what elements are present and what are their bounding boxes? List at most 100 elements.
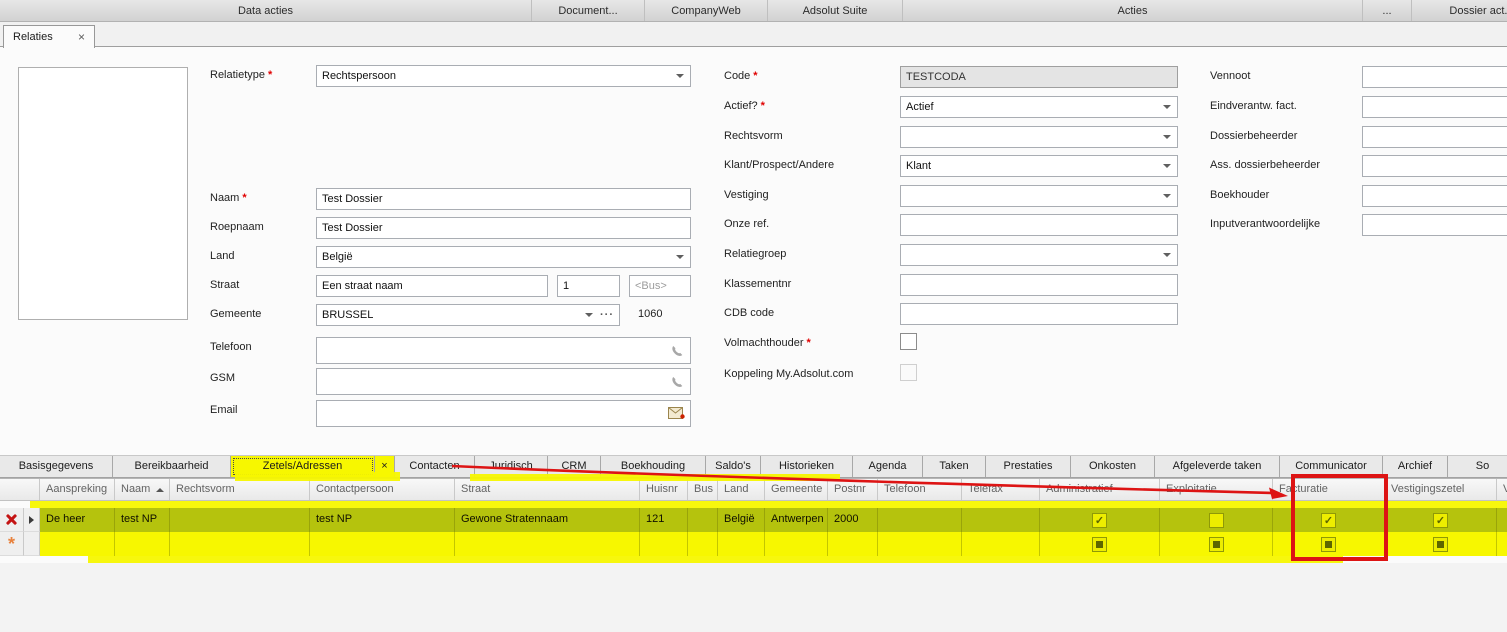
chevron-down-icon[interactable] bbox=[1163, 135, 1171, 139]
column-header-gemeente[interactable]: Gemeente bbox=[765, 479, 828, 500]
tab-prestaties[interactable]: Prestaties bbox=[986, 456, 1071, 477]
field-vennoot-input[interactable] bbox=[1362, 66, 1507, 88]
tab-bereikbaarheid[interactable]: Bereikbaarheid bbox=[113, 456, 231, 477]
toolbar-section-x[interactable]: ... bbox=[1363, 0, 1412, 21]
grid-cell-v[interactable] bbox=[1497, 532, 1507, 556]
grid-cell-aanspreking[interactable] bbox=[40, 532, 115, 556]
grid-cell-rechtsvorm[interactable] bbox=[170, 532, 310, 556]
grid-cell-contactpersoon[interactable]: test NP bbox=[310, 508, 455, 532]
column-header-telefoon[interactable]: Telefoon bbox=[878, 479, 962, 500]
field-telefoon-input[interactable] bbox=[316, 337, 691, 364]
grid-cell-vestigingszetel[interactable]: ✓ bbox=[1385, 508, 1497, 532]
grid-cell-telefax[interactable] bbox=[962, 508, 1040, 532]
grid-cell-telefax[interactable] bbox=[962, 532, 1040, 556]
field-straat-input[interactable]: Een straat naam bbox=[316, 275, 548, 297]
checkbox-checked[interactable]: ✓ bbox=[1092, 513, 1107, 528]
field-volmachthouder-checkbox[interactable] bbox=[900, 333, 917, 350]
field-inputverantwoordelijke-input[interactable] bbox=[1362, 214, 1507, 236]
grid-cell-bus[interactable] bbox=[688, 532, 718, 556]
grid-cell-telefoon[interactable] bbox=[878, 508, 962, 532]
column-header-straat[interactable]: Straat bbox=[455, 479, 640, 500]
column-header-vestigingszetel[interactable]: Vestigingszetel bbox=[1385, 479, 1497, 500]
checkbox-unchecked[interactable] bbox=[1209, 513, 1224, 528]
table-row[interactable]: * bbox=[0, 532, 1507, 556]
field-bus-input[interactable]: <Bus> bbox=[629, 275, 691, 297]
checkbox-checked[interactable]: ✓ bbox=[1433, 513, 1448, 528]
grid-cell-naam[interactable] bbox=[115, 532, 170, 556]
grid-cell-administratief[interactable] bbox=[1040, 532, 1160, 556]
checkbox-indeterminate[interactable] bbox=[1433, 537, 1448, 552]
field-code-readonly[interactable]: TESTCODA bbox=[900, 66, 1178, 88]
column-header-telefax[interactable]: Telefax bbox=[962, 479, 1040, 500]
toolbar-section-dossier-act[interactable]: Dossier act... bbox=[1412, 0, 1507, 21]
grid-cell-facturatie[interactable] bbox=[1273, 532, 1385, 556]
field-gemeente-select[interactable]: BRUSSEL··· bbox=[316, 304, 620, 326]
column-header-exploitatie[interactable]: Exploitatie bbox=[1160, 479, 1273, 500]
column-header-land[interactable]: Land bbox=[718, 479, 765, 500]
chevron-down-icon[interactable] bbox=[585, 313, 593, 317]
grid-cell-facturatie[interactable]: ✓ bbox=[1273, 508, 1385, 532]
toolbar-section-document[interactable]: Document... bbox=[532, 0, 645, 21]
toolbar-section-data-acties[interactable]: Data acties bbox=[0, 0, 532, 21]
column-header-facturatie[interactable]: Facturatie bbox=[1273, 479, 1385, 500]
chevron-down-icon[interactable] bbox=[1163, 194, 1171, 198]
checkbox-indeterminate[interactable] bbox=[1321, 537, 1336, 552]
grid-cell-land[interactable] bbox=[718, 532, 765, 556]
grid-cell-huisnr[interactable]: 121 bbox=[640, 508, 688, 532]
field-eindverantw-fact-input[interactable] bbox=[1362, 96, 1507, 118]
field-naam-input[interactable]: Test Dossier bbox=[316, 188, 691, 210]
grid-cell-telefoon[interactable] bbox=[878, 532, 962, 556]
tab-relaties[interactable]: Relaties × bbox=[3, 25, 95, 48]
field-relatiegroep-select[interactable] bbox=[900, 244, 1178, 266]
column-header-contactpersoon[interactable]: Contactpersoon bbox=[310, 479, 455, 500]
tab-agenda[interactable]: Agenda bbox=[853, 456, 923, 477]
ellipsis-button[interactable]: ··· bbox=[600, 308, 614, 323]
column-header-administratief[interactable]: Administratief bbox=[1040, 479, 1160, 500]
chevron-down-icon[interactable] bbox=[1163, 164, 1171, 168]
tab-so[interactable]: So bbox=[1448, 456, 1507, 477]
grid-cell-land[interactable]: België bbox=[718, 508, 765, 532]
checkbox-indeterminate[interactable] bbox=[1209, 537, 1224, 552]
column-header-naam[interactable]: Naam bbox=[115, 479, 170, 500]
tab-close-icon[interactable]: × bbox=[78, 31, 85, 43]
tab-afgeleverde-taken[interactable]: Afgeleverde taken bbox=[1155, 456, 1280, 477]
tab-archief[interactable]: Archief bbox=[1383, 456, 1448, 477]
field-land-select[interactable]: België bbox=[316, 246, 691, 268]
grid-cell-rechtsvorm[interactable] bbox=[170, 508, 310, 532]
column-header-bus[interactable]: Bus bbox=[688, 479, 718, 500]
toolbar-section-acties[interactable]: Acties bbox=[903, 0, 1363, 21]
grid-cell-contactpersoon[interactable] bbox=[310, 532, 455, 556]
chevron-down-icon[interactable] bbox=[676, 255, 684, 259]
toolbar-section-adsolut-suite[interactable]: Adsolut Suite bbox=[768, 0, 903, 21]
grid-cell-postnr[interactable] bbox=[828, 532, 878, 556]
grid-cell-exploitatie[interactable] bbox=[1160, 532, 1273, 556]
grid-cell-vestigingszetel[interactable] bbox=[1385, 532, 1497, 556]
field-actief-select[interactable]: Actief bbox=[900, 96, 1178, 118]
field-boekhouder-input[interactable] bbox=[1362, 185, 1507, 207]
grid-cell-postnr[interactable]: 2000 bbox=[828, 508, 878, 532]
field-relatietype-select[interactable]: Rechtspersoon bbox=[316, 65, 691, 87]
tab-communicator[interactable]: Communicator bbox=[1280, 456, 1383, 477]
grid-cell-straat[interactable]: Gewone Stratennaam bbox=[455, 508, 640, 532]
column-header-rechtsvorm[interactable]: Rechtsvorm bbox=[170, 479, 310, 500]
grid-cell-straat[interactable] bbox=[455, 532, 640, 556]
delete-row-icon[interactable] bbox=[5, 513, 18, 526]
grid-cell-exploitatie[interactable] bbox=[1160, 508, 1273, 532]
grid-cell-bus[interactable] bbox=[688, 508, 718, 532]
grid-cell-administratief[interactable]: ✓ bbox=[1040, 508, 1160, 532]
grid-cell-gemeente[interactable] bbox=[765, 532, 828, 556]
field-ass-dossierbeheerder-input[interactable] bbox=[1362, 155, 1507, 177]
field-huisnr-input[interactable]: 1 bbox=[557, 275, 620, 297]
grid-cell-huisnr[interactable] bbox=[640, 532, 688, 556]
column-header-v[interactable]: V bbox=[1497, 479, 1507, 500]
field-klant-prospect-andere-select[interactable]: Klant bbox=[900, 155, 1178, 177]
grid-cell-v[interactable] bbox=[1497, 508, 1507, 532]
checkbox-checked[interactable]: ✓ bbox=[1321, 513, 1336, 528]
tab-contacten[interactable]: Contacten bbox=[395, 456, 475, 477]
toolbar-section-companyweb[interactable]: CompanyWeb bbox=[645, 0, 768, 21]
field-roepnaam-input[interactable]: Test Dossier bbox=[316, 217, 691, 239]
photo-placeholder[interactable] bbox=[18, 67, 188, 320]
field-onze-ref-input[interactable] bbox=[900, 214, 1178, 236]
tab-onkosten[interactable]: Onkosten bbox=[1071, 456, 1155, 477]
grid-cell-gemeente[interactable]: Antwerpen bbox=[765, 508, 828, 532]
